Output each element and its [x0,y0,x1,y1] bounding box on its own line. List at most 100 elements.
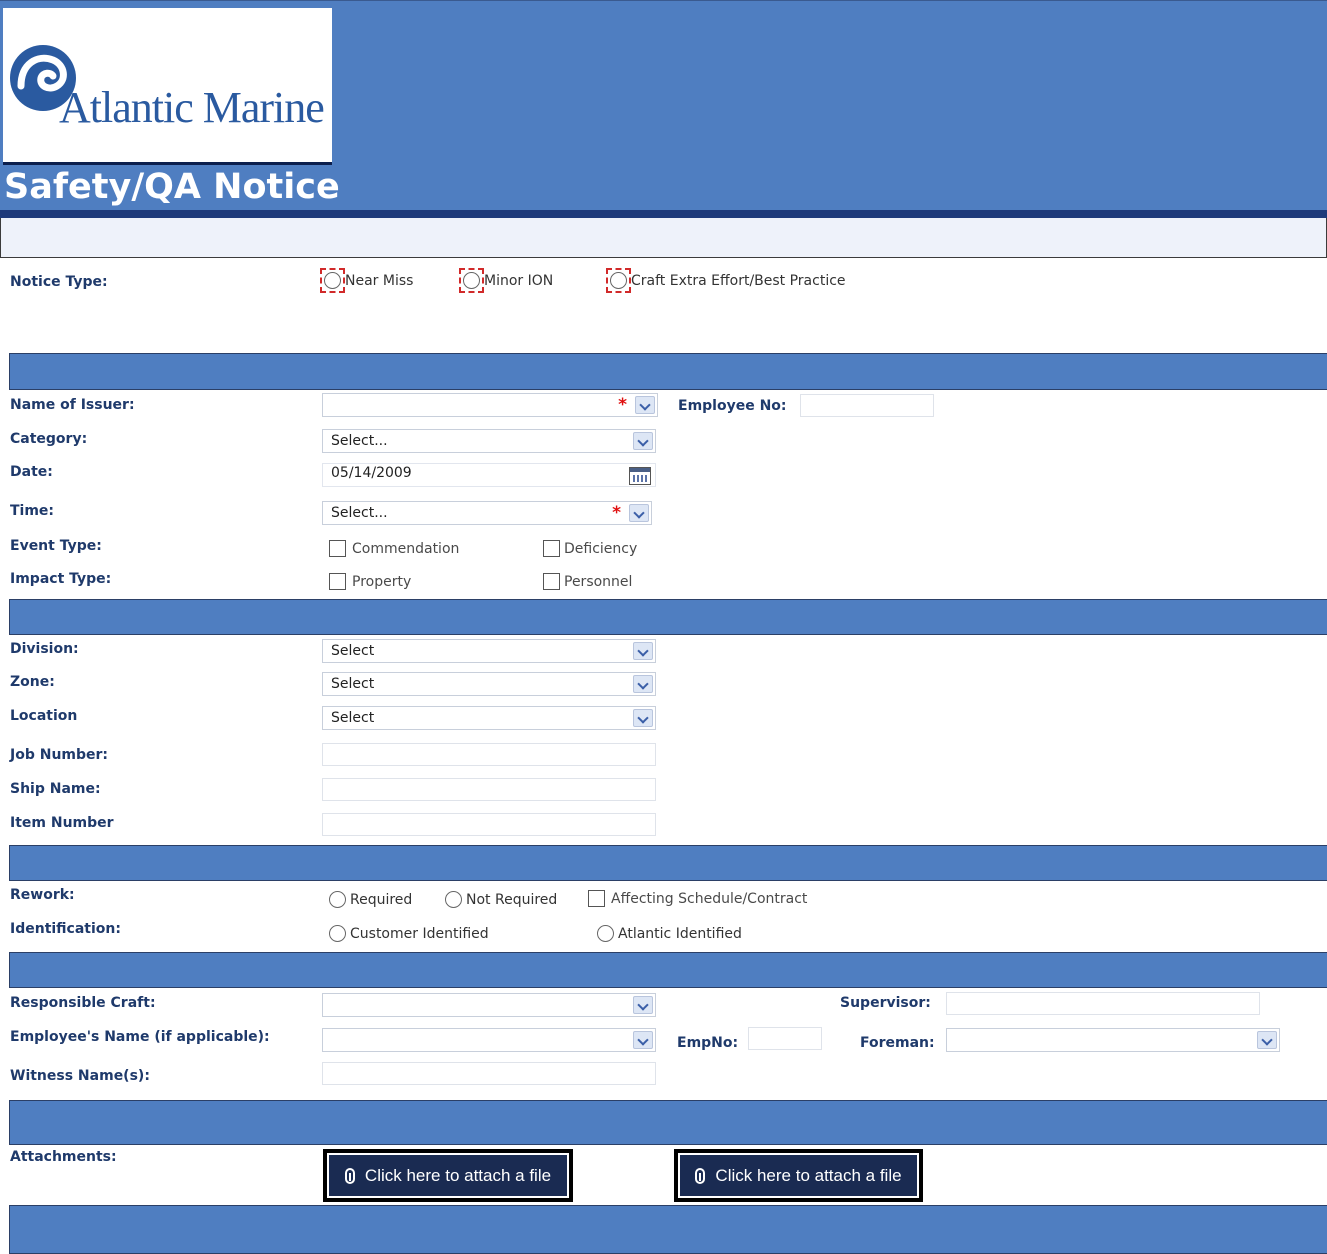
attach-file-button-2[interactable]: Click here to attach a file [674,1149,923,1202]
witness-name-field[interactable] [322,1062,656,1085]
employee-no-field[interactable] [800,394,934,417]
section-bar-responsible [9,952,1327,988]
paperclip-icon [344,1167,355,1184]
division-label: Division: [10,641,79,657]
date-label: Date: [10,464,53,480]
radio-button[interactable] [463,272,480,289]
radio-label: Minor ION [484,272,554,289]
radio-button[interactable] [329,891,346,908]
supervisor-label: Supervisor: [840,995,931,1011]
checkbox[interactable] [543,573,560,590]
radio-button[interactable] [324,272,341,289]
chevron-down-icon[interactable] [633,642,653,660]
select-value: Select... [331,433,388,449]
section-bar-rework [9,845,1327,881]
checkbox-label: Commendation [352,540,460,557]
event-type-deficiency[interactable]: Deficiency [543,540,637,557]
chevron-down-icon[interactable] [633,432,653,450]
radio-label: Craft Extra Effort/Best Practice [631,272,846,289]
location-select[interactable]: Select [322,706,656,730]
select-value: Select [331,710,375,726]
division-select[interactable]: Select [322,639,656,663]
notice-type-near-miss[interactable]: Near Miss [320,268,413,293]
checkbox-label: Property [352,573,412,590]
category-select[interactable]: Select... [322,429,656,453]
foreman-select[interactable] [946,1028,1280,1052]
select-value: Select [331,643,375,659]
employee-no-label: Employee No: [678,398,787,414]
radio-label: Customer Identified [350,925,489,942]
calendar-icon[interactable] [629,467,651,485]
checkbox-label: Deficiency [564,540,638,557]
date-field[interactable]: 05/14/2009 [322,463,656,487]
checkbox[interactable] [588,890,605,907]
time-select[interactable]: Select... * [322,501,652,525]
notice-type-minor-ion[interactable]: Minor ION [459,268,553,293]
rework-not-required[interactable]: Not Required [445,891,557,908]
foreman-label: Foreman: [860,1035,935,1051]
header-subband [0,218,1327,258]
identification-atlantic[interactable]: Atlantic Identified [597,925,742,942]
radio-label: Required [350,891,413,908]
item-number-field[interactable] [322,813,656,836]
responsible-craft-select[interactable] [322,993,656,1017]
logo-text: Atlantic Marine [59,83,325,132]
checkbox[interactable] [543,540,560,557]
witness-name-label: Witness Name(s): [10,1068,150,1084]
company-logo: Atlantic Marine [3,8,332,165]
chevron-down-icon[interactable] [633,709,653,727]
section-bar-location [9,599,1327,635]
empno-label: EmpNo: [677,1035,739,1051]
chevron-down-icon[interactable] [629,504,649,522]
event-type-label: Event Type: [10,538,102,554]
checkbox[interactable] [329,573,346,590]
impact-type-personnel[interactable]: Personnel [543,573,632,590]
job-number-field[interactable] [322,743,656,766]
supervisor-field[interactable] [946,992,1260,1015]
zone-select[interactable]: Select [322,672,656,696]
employee-name-select[interactable] [322,1028,656,1052]
notice-type-craft-extra-effort[interactable]: Craft Extra Effort/Best Practice [606,268,846,293]
time-label: Time: [10,503,55,519]
checkbox-label: Affecting Schedule/Contract [611,890,808,907]
radio-focus-outline [320,268,345,293]
category-label: Category: [10,431,88,447]
radio-button[interactable] [597,925,614,942]
required-marker: * [618,395,627,415]
radio-label: Not Required [466,891,558,908]
page-title: Safety/QA Notice [4,167,340,207]
select-value: Select... [331,505,388,521]
name-of-issuer-label: Name of Issuer: [10,397,135,413]
radio-button[interactable] [610,272,627,289]
section-bar-attachments [9,1100,1327,1145]
notice-type-label: Notice Type: [10,274,108,290]
impact-type-property[interactable]: Property [329,573,411,590]
radio-button[interactable] [445,891,462,908]
checkbox[interactable] [329,540,346,557]
identification-customer[interactable]: Customer Identified [329,925,489,942]
radio-button[interactable] [329,925,346,942]
event-type-commendation[interactable]: Commendation [329,540,459,557]
attach-button-label: Click here to attach a file [364,1165,552,1185]
radio-label: Near Miss [345,272,414,289]
job-number-label: Job Number: [10,747,109,763]
date-value: 05/14/2009 [331,465,412,481]
empno-field[interactable] [748,1027,822,1050]
zone-label: Zone: [10,674,55,690]
section-bar-issuer [9,353,1327,390]
chevron-down-icon[interactable] [633,1031,653,1049]
rework-required[interactable]: Required [329,891,412,908]
attach-file-button[interactable]: Click here to attach a file [323,1149,573,1202]
radio-focus-outline [606,268,631,293]
paperclip-icon [695,1167,706,1184]
radio-focus-outline [459,268,484,293]
select-value: Select [331,676,375,692]
name-of-issuer-select[interactable]: * [322,393,658,417]
chevron-down-icon[interactable] [633,996,653,1014]
chevron-down-icon[interactable] [1257,1031,1277,1049]
chevron-down-icon[interactable] [633,675,653,693]
attachments-label: Attachments: [10,1149,117,1165]
affecting-schedule-checkbox[interactable]: Affecting Schedule/Contract [588,890,807,907]
ship-name-field[interactable] [322,778,656,801]
chevron-down-icon[interactable] [635,396,655,414]
